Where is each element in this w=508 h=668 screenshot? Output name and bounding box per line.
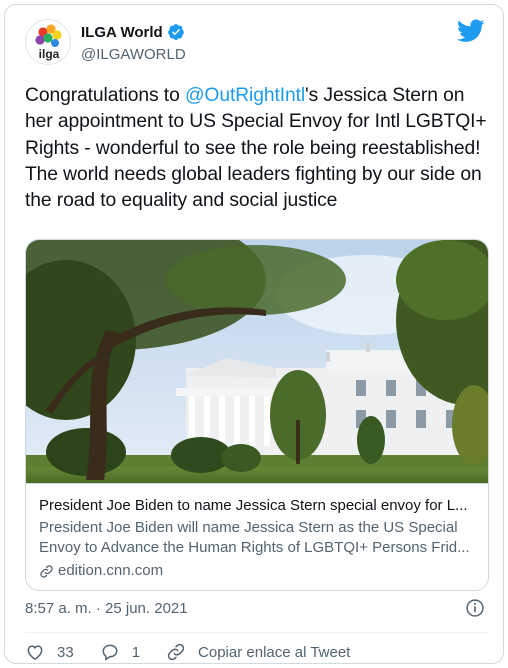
link-description: President Joe Biden will name Jessica St… [39,519,470,556]
link-preview-card[interactable]: President Joe Biden to name Jessica Ster… [25,239,489,591]
copy-link-button[interactable]: Copiar enlace al Tweet [166,642,350,662]
link-meta: President Joe Biden to name Jessica Ster… [26,483,488,590]
info-icon[interactable] [465,598,485,618]
white-house-photo[interactable] [26,240,489,483]
ilga-logo: ilga [35,24,62,61]
tweet-card: ilga ILGA World @ILGAWORLD Congratulatio… [4,4,504,664]
timestamp[interactable]: 8:57 a. m. · 25 jun. 2021 [25,600,188,617]
verified-badge-icon [167,24,184,40]
action-bar: 33 1 Copiar enlace al Tweet [25,641,376,663]
link-icon [40,564,53,578]
author-name-label: ILGA World [81,23,163,41]
link-domain[interactable]: edition.cnn.com [39,561,477,581]
divider [25,632,489,633]
tweet-text: Congratulations to @OutRightIntl's Jessi… [25,83,495,214]
mention-link[interactable]: @OutRightIntl [185,85,305,106]
avatar[interactable]: ilga [25,19,71,65]
heart-icon [27,645,43,660]
copy-link-label: Copiar enlace al Tweet [198,643,351,661]
reply-count: 1 [131,643,141,661]
twitter-bird-icon[interactable] [457,19,485,43]
tweet-text-start: Congratulations to [25,85,185,106]
author-name[interactable]: ILGA World [81,23,185,41]
author-handle[interactable]: @ILGAWORLD [81,46,186,63]
avatar-text: ilga [39,47,60,61]
link-title[interactable]: President Joe Biden to name Jessica Ster… [39,496,477,516]
like-button[interactable]: 33 [25,642,74,662]
reply-button[interactable]: 1 [100,642,140,662]
reply-bubble-icon [102,644,118,661]
link-icon [167,643,185,661]
like-count: 33 [57,643,74,661]
link-domain-label: edition.cnn.com [58,562,164,579]
